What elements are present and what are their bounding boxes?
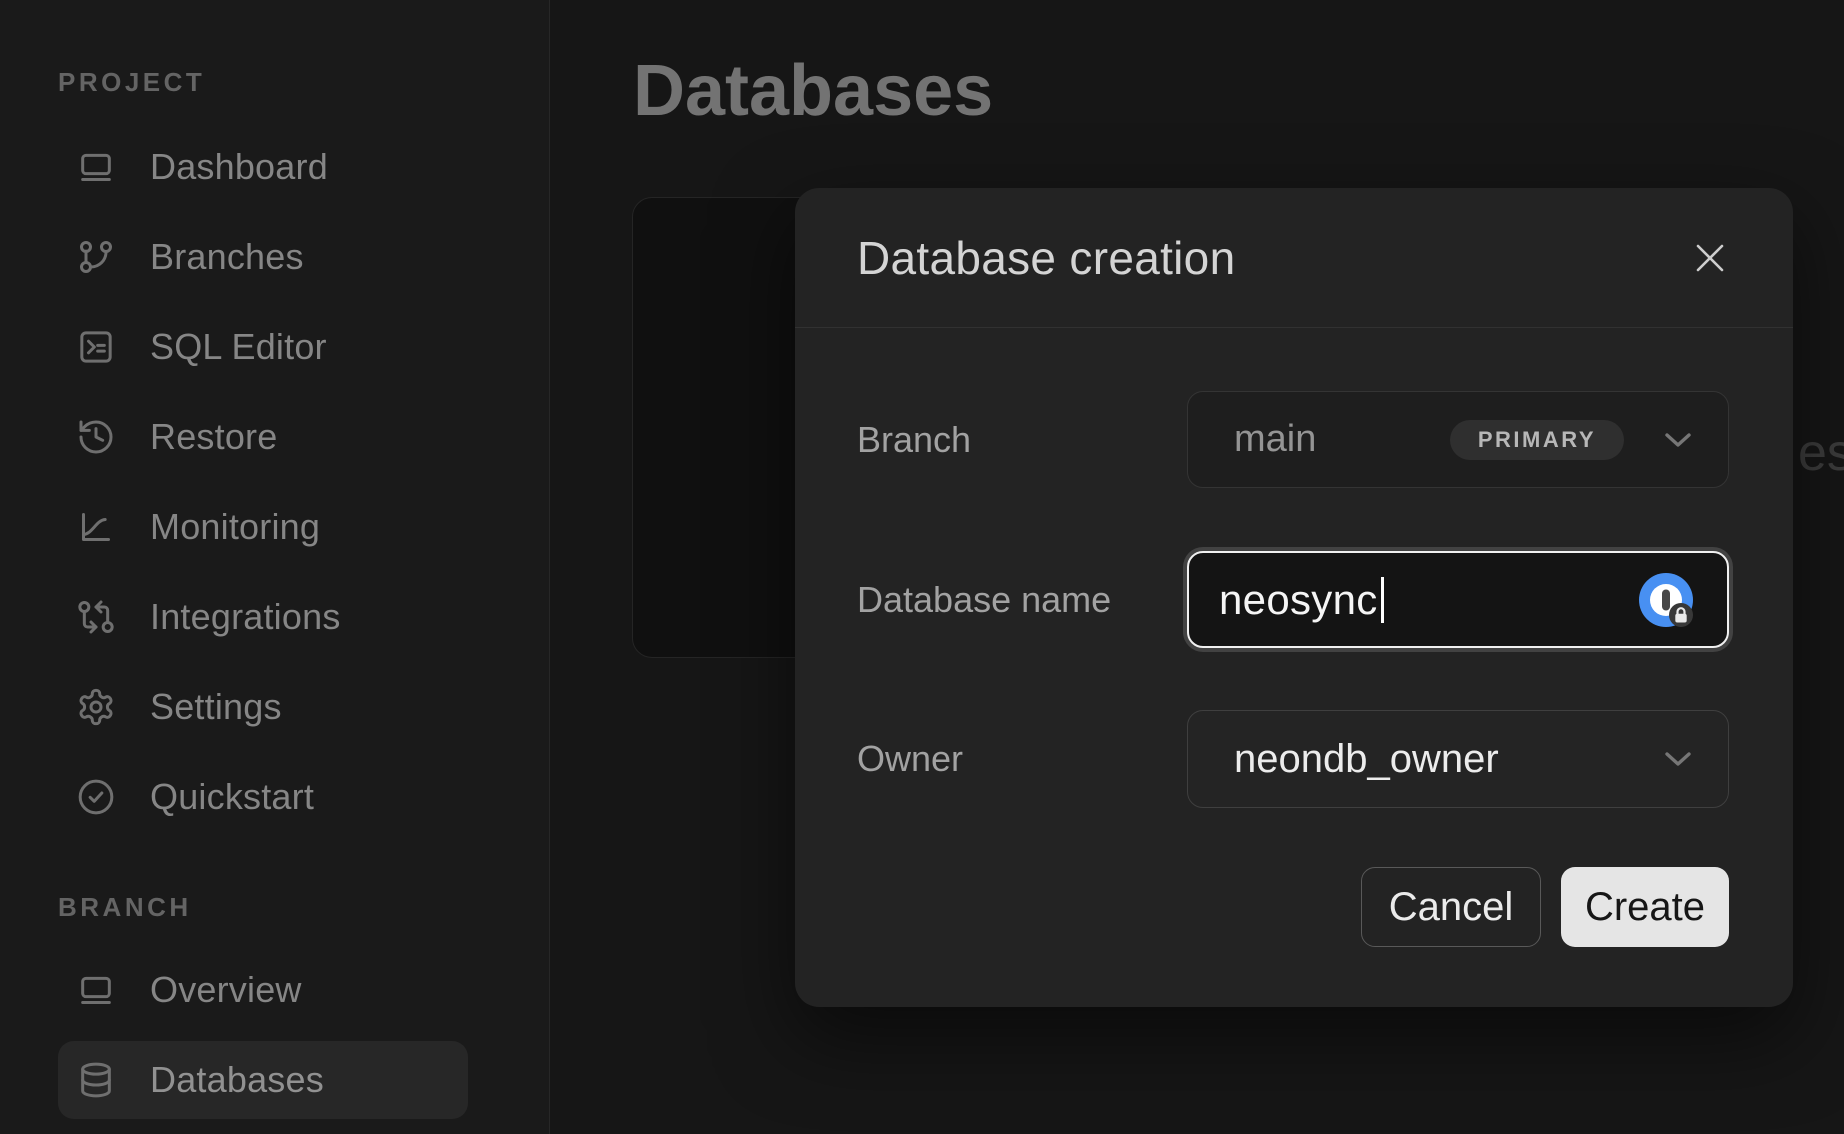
app-root: { "sidebar": { "sections": [ { "label": … [0, 0, 1844, 1134]
sidebar: PROJECT Dashboard Branches SQL Editor Re… [0, 0, 550, 1134]
sidebar-item-sql-editor[interactable]: SQL Editor [58, 308, 468, 386]
dialog-title: Database creation [857, 231, 1235, 285]
history-restore-icon [76, 417, 116, 457]
branch-select[interactable]: main PRIMARY [1187, 391, 1729, 488]
database-name-input[interactable]: neosync [1187, 551, 1729, 648]
owner-select[interactable]: neondb_owner [1187, 710, 1729, 808]
database-name-label: Database name [857, 551, 1177, 648]
chevron-down-icon [1664, 432, 1692, 448]
sidebar-item-label: Quickstart [150, 776, 314, 818]
sidebar-item-label: SQL Editor [150, 326, 327, 368]
page-title: Databases [633, 51, 993, 131]
sidebar-item-label: Integrations [150, 596, 341, 638]
sidebar-section-branch: BRANCH [58, 892, 192, 922]
sidebar-item-monitoring[interactable]: Monitoring [58, 488, 468, 566]
sidebar-item-label: Restore [150, 416, 277, 458]
chevron-down-icon [1664, 751, 1692, 767]
sidebar-item-overview[interactable]: Overview [58, 951, 468, 1029]
sql-editor-icon [76, 327, 116, 367]
sidebar-item-integrations[interactable]: Integrations [58, 578, 468, 656]
sidebar-item-label: Settings [150, 686, 282, 728]
cancel-button[interactable]: Cancel [1361, 867, 1541, 947]
sidebar-section-project: PROJECT [58, 67, 205, 97]
text-cursor [1381, 577, 1384, 623]
sidebar-item-label: Databases [150, 1059, 324, 1101]
branch-label: Branch [857, 391, 1177, 488]
sidebar-item-databases[interactable]: Databases [58, 1041, 468, 1119]
monitoring-chart-icon [76, 507, 116, 547]
database-icon [76, 1060, 116, 1100]
sidebar-item-branches[interactable]: Branches [58, 218, 468, 296]
close-button[interactable] [1678, 226, 1742, 290]
sidebar-item-quickstart[interactable]: Quickstart [58, 758, 468, 836]
owner-value: neondb_owner [1234, 737, 1499, 782]
dashboard-icon [76, 147, 116, 187]
sidebar-item-settings[interactable]: Settings [58, 668, 468, 746]
password-manager-icon[interactable] [1638, 572, 1694, 628]
integrations-icon [76, 597, 116, 637]
database-name-value: neosync [1219, 576, 1378, 624]
overview-icon [76, 970, 116, 1010]
owner-label: Owner [857, 710, 1177, 808]
check-circle-icon [76, 777, 116, 817]
database-creation-dialog: Database creation Branch main PRIMARY Da… [795, 188, 1793, 1007]
sidebar-item-label: Monitoring [150, 506, 320, 548]
primary-badge: PRIMARY [1450, 420, 1624, 460]
dialog-header: Database creation [795, 188, 1793, 328]
sidebar-item-label: Overview [150, 969, 302, 1011]
gear-icon [76, 687, 116, 727]
sidebar-item-label: Branches [150, 236, 304, 278]
close-icon [1692, 240, 1728, 276]
sidebar-item-dashboard[interactable]: Dashboard [58, 128, 468, 206]
create-button[interactable]: Create [1561, 867, 1729, 947]
git-branch-icon [76, 237, 116, 277]
branch-value: main [1234, 418, 1316, 461]
background-clipped-text: es w [1798, 421, 1844, 491]
sidebar-item-label: Dashboard [150, 146, 328, 188]
sidebar-item-restore[interactable]: Restore [58, 398, 468, 476]
